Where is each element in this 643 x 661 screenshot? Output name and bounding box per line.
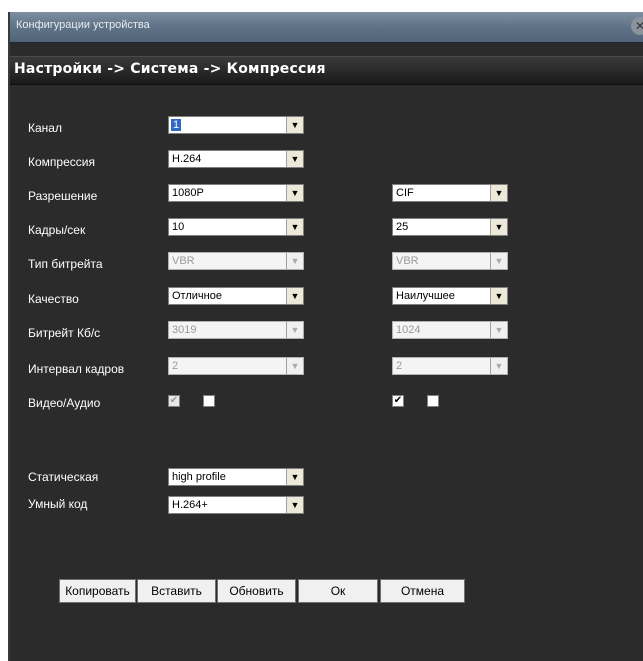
resolution-main-value: 1080P bbox=[172, 187, 204, 199]
bitrate-type-label: Тип битрейта bbox=[28, 257, 103, 271]
close-icon[interactable]: ✕ bbox=[631, 17, 643, 35]
bitrate-type-extra-value: VBR bbox=[396, 255, 419, 267]
static-profile-select[interactable]: high profile ▼ bbox=[168, 468, 304, 486]
chevron-down-icon[interactable]: ▼ bbox=[286, 117, 303, 133]
bitrate-type-main-value: VBR bbox=[172, 255, 195, 267]
quality-extra-value: Наилучшее bbox=[396, 290, 455, 302]
gop-main-value: 2 bbox=[172, 360, 179, 372]
cancel-button[interactable]: Отмена bbox=[380, 579, 465, 603]
chevron-down-icon[interactable]: ▼ bbox=[490, 185, 507, 201]
compression-select[interactable]: H.264 ▼ bbox=[168, 150, 304, 168]
resolution-main-select[interactable]: 1080P ▼ bbox=[168, 184, 304, 202]
resolution-label: Разрешение bbox=[28, 189, 98, 203]
chevron-down-icon[interactable]: ▼ bbox=[490, 288, 507, 304]
video-extra-checkbox[interactable]: ✔ bbox=[392, 395, 404, 407]
bitrate-extra-value: 1024 bbox=[396, 324, 421, 336]
resolution-extra-select[interactable]: CIF ▼ bbox=[392, 184, 508, 202]
chevron-down-icon: ▼ bbox=[490, 358, 507, 374]
resolution-extra-value: CIF bbox=[396, 187, 414, 199]
bitrate-label: Битрейт Кб/с bbox=[28, 326, 101, 340]
smart-code-label: Умный код bbox=[28, 497, 88, 511]
chevron-down-icon[interactable]: ▼ bbox=[286, 219, 303, 235]
bitrate-extra-select: 1024 ▼ bbox=[392, 321, 508, 339]
video-audio-label: Видео/Аудио bbox=[28, 396, 101, 410]
copy-button[interactable]: Копировать bbox=[59, 579, 136, 603]
fps-main-select[interactable]: 10 ▼ bbox=[168, 218, 304, 236]
chevron-down-icon: ▼ bbox=[286, 322, 303, 338]
fps-label: Кадры/сек bbox=[28, 223, 86, 237]
quality-main-select[interactable]: Отличное ▼ bbox=[168, 287, 304, 305]
channel-label: Канал bbox=[28, 121, 62, 135]
chevron-down-icon: ▼ bbox=[490, 253, 507, 269]
bitrate-main-select: 3019 ▼ bbox=[168, 321, 304, 339]
bitrate-main-value: 3019 bbox=[172, 324, 197, 336]
gop-label: Интервал кадров bbox=[28, 362, 125, 376]
chevron-down-icon[interactable]: ▼ bbox=[286, 288, 303, 304]
chevron-down-icon: ▼ bbox=[286, 358, 303, 374]
fps-extra-select[interactable]: 25 ▼ bbox=[392, 218, 508, 236]
breadcrumb-bar: Настройки -> Система -> Компрессия bbox=[10, 56, 643, 85]
window-title: Конфигурации устройства bbox=[16, 19, 150, 31]
smart-code-select[interactable]: H.264+ ▼ bbox=[168, 496, 304, 514]
chevron-down-icon[interactable]: ▼ bbox=[286, 151, 303, 167]
channel-value: 1 bbox=[171, 119, 182, 131]
quality-label: Качество bbox=[28, 292, 79, 306]
quality-extra-select[interactable]: Наилучшее ▼ bbox=[392, 287, 508, 305]
chevron-down-icon[interactable]: ▼ bbox=[490, 219, 507, 235]
config-window: Конфигурации устройства ✕ Настройки -> С… bbox=[8, 12, 643, 661]
gop-extra-value: 2 bbox=[396, 360, 403, 372]
chevron-down-icon[interactable]: ▼ bbox=[286, 497, 303, 513]
channel-select[interactable]: 1 ▼ bbox=[168, 116, 304, 134]
bitrate-type-main-select: VBR ▼ bbox=[168, 252, 304, 270]
static-label: Статическая bbox=[28, 470, 99, 484]
window-titlebar[interactable]: Конфигурации устройства ✕ bbox=[10, 12, 643, 43]
compression-value: H.264 bbox=[172, 153, 202, 165]
video-main-checkbox: ✔ bbox=[168, 395, 180, 407]
fps-main-value: 10 bbox=[172, 221, 185, 233]
chevron-down-icon: ▼ bbox=[286, 253, 303, 269]
refresh-button[interactable]: Обновить bbox=[217, 579, 296, 603]
breadcrumb: Настройки -> Система -> Компрессия bbox=[14, 61, 326, 77]
quality-main-value: Отличное bbox=[172, 290, 222, 302]
check-icon: ✔ bbox=[169, 395, 179, 406]
chevron-down-icon: ▼ bbox=[490, 322, 507, 338]
chevron-down-icon[interactable]: ▼ bbox=[286, 185, 303, 201]
smart-code-value: H.264+ bbox=[172, 499, 208, 511]
fps-extra-value: 25 bbox=[396, 221, 409, 233]
audio-extra-checkbox[interactable] bbox=[427, 395, 439, 407]
chevron-down-icon[interactable]: ▼ bbox=[286, 469, 303, 485]
bitrate-type-extra-select: VBR ▼ bbox=[392, 252, 508, 270]
ok-button[interactable]: Ок bbox=[298, 579, 378, 603]
check-icon: ✔ bbox=[393, 395, 403, 406]
gop-main-select: 2 ▼ bbox=[168, 357, 304, 375]
compression-label: Компрессия bbox=[28, 155, 95, 169]
static-profile-value: high profile bbox=[172, 471, 226, 483]
paste-button[interactable]: Вставить bbox=[137, 579, 216, 603]
audio-main-checkbox[interactable] bbox=[203, 395, 215, 407]
gop-extra-select: 2 ▼ bbox=[392, 357, 508, 375]
